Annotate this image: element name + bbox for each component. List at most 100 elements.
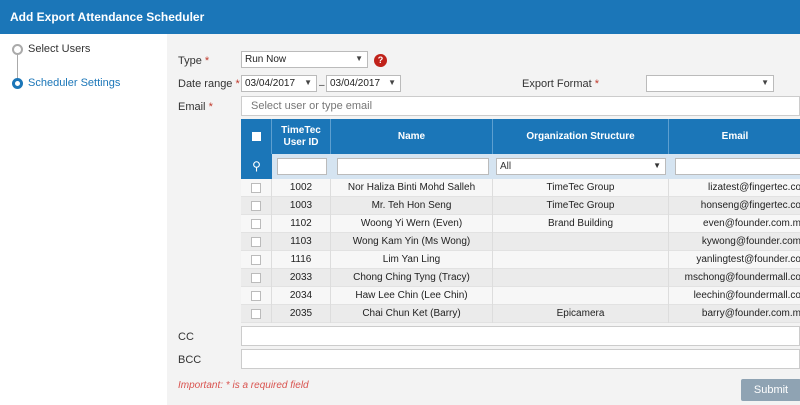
table-row[interactable]: 2034 Haw Lee Chin (Lee Chin) leechin@found… — [241, 287, 800, 305]
row-select-cell — [241, 305, 272, 323]
step-label: Select Users — [28, 43, 91, 55]
table-header: TimeTec User ID Name Organization Struct… — [241, 119, 800, 154]
export-format-select[interactable]: ▼ — [646, 75, 774, 92]
filter-email-input[interactable] — [675, 158, 800, 175]
cell-org: Epicamera — [493, 305, 669, 323]
cell-org — [493, 251, 669, 269]
row-select-cell — [241, 251, 272, 269]
row-checkbox[interactable] — [251, 237, 261, 247]
cell-name: Wong Kam Yin (Ms Wong) — [331, 233, 493, 251]
filter-row: ⚲ All ▼ — [241, 154, 800, 179]
row-checkbox[interactable] — [251, 291, 261, 301]
cell-id: 1102 — [272, 215, 331, 233]
chevron-down-icon: ▼ — [304, 78, 312, 87]
row-select-cell — [241, 287, 272, 305]
cell-email: honseng@fingertec.co — [700, 200, 800, 211]
cc-label: CC — [178, 331, 194, 343]
cell-org — [493, 287, 669, 305]
cell-id: 2034 — [272, 287, 331, 305]
cell-id: 1002 — [272, 179, 331, 197]
cell-name: Woong Yi Wern (Even) — [331, 215, 493, 233]
type-label: Type * — [178, 55, 210, 67]
bcc-input[interactable] — [241, 349, 800, 369]
cell-email: yanlingtest@founder.co — [696, 254, 800, 265]
step-scheduler-settings[interactable]: Scheduler Settings — [12, 77, 120, 89]
row-select-cell — [241, 179, 272, 197]
row-select-cell — [241, 215, 272, 233]
chevron-down-icon: ▼ — [355, 54, 363, 63]
type-select[interactable]: Run Now ▼ — [241, 51, 368, 68]
header-select-all-cell — [241, 119, 272, 154]
table-row[interactable]: 1116 Lim Yan Ling yanlingtest@founder.co — [241, 251, 800, 269]
row-select-cell — [241, 269, 272, 287]
filter-org-select[interactable]: All ▼ — [496, 158, 666, 175]
cell-email: mschong@foundermall.co — [684, 272, 800, 283]
bcc-label: BCC — [178, 354, 202, 366]
cc-input[interactable] — [241, 326, 800, 346]
cell-id: 1103 — [272, 233, 331, 251]
table-row[interactable]: 1003 Mr. Teh Hon Seng TimeTec Group honseng… — [241, 197, 800, 215]
cell-org — [493, 233, 669, 251]
cell-email: lizatest@fingertec.co — [708, 182, 800, 193]
date-range-label: Date range * — [178, 78, 240, 90]
cell-email: kywong@founder.com — [701, 236, 800, 247]
cell-name: Nor Haliza Binti Mohd Salleh — [331, 179, 493, 197]
chevron-down-icon: ▼ — [653, 161, 661, 170]
step-label: Scheduler Settings — [28, 77, 121, 89]
cell-name: Chong Ching Tyng (Tracy) — [331, 269, 493, 287]
header-email[interactable]: Email — [669, 119, 800, 154]
date-separator: – — [319, 80, 325, 91]
email-input[interactable]: Select user or type email — [241, 96, 800, 116]
filter-name-input[interactable] — [337, 158, 489, 175]
row-checkbox[interactable] — [251, 273, 261, 283]
step-radio-icon — [12, 43, 23, 55]
header-name[interactable]: Name — [331, 119, 493, 154]
row-select-cell — [241, 197, 272, 215]
email-label: Email * — [178, 101, 213, 113]
chevron-down-icon: ▼ — [388, 78, 396, 87]
step-select-users[interactable]: Select Users — [12, 43, 90, 55]
cell-id: 1116 — [272, 251, 331, 269]
cell-id: 2033 — [272, 269, 331, 287]
table-row[interactable]: 1102 Woong Yi Wern (Even) Brand Building ev… — [241, 215, 800, 233]
cell-org: Brand Building — [493, 215, 669, 233]
table-row[interactable]: 2033 Chong Ching Tyng (Tracy) mschong@foun… — [241, 269, 800, 287]
row-select-cell — [241, 233, 272, 251]
date-from-select[interactable]: 03/04/2017 ▼ — [241, 75, 317, 92]
cell-id: 2035 — [272, 305, 331, 323]
cell-org: TimeTec Group — [493, 179, 669, 197]
date-to-select[interactable]: 03/04/2017 ▼ — [326, 75, 401, 92]
table-row[interactable]: 2035 Chai Chun Ket (Barry) Epicamera barry@… — [241, 305, 800, 323]
row-checkbox[interactable] — [251, 309, 261, 319]
cell-name: Lim Yan Ling — [331, 251, 493, 269]
cell-id: 1003 — [272, 197, 331, 215]
settings-panel: Type * Run Now ▼ ? Date range * 03/04/201… — [167, 34, 800, 405]
dialog-title: Add Export Attendance Scheduler — [0, 0, 800, 34]
chevron-down-icon: ▼ — [761, 78, 769, 87]
cell-name: Chai Chun Ket (Barry) — [331, 305, 493, 323]
cell-email: barry@founder.com.m — [701, 308, 800, 319]
row-checkbox[interactable] — [251, 219, 261, 229]
required-note: Important: * is a required field — [178, 380, 309, 391]
search-icon[interactable]: ⚲ — [241, 154, 272, 179]
cell-name: Haw Lee Chin (Lee Chin) — [331, 287, 493, 305]
step-radio-active-icon — [12, 77, 23, 89]
cell-email: leechin@foundermall.co — [693, 290, 800, 301]
table-row[interactable]: 1002 Nor Haliza Binti Mohd Salleh TimeTec … — [241, 179, 800, 197]
submit-button[interactable]: Submit — [741, 379, 800, 401]
cell-org — [493, 269, 669, 287]
help-icon[interactable]: ? — [374, 54, 387, 67]
row-checkbox[interactable] — [251, 255, 261, 265]
header-user-id[interactable]: TimeTec User ID — [272, 119, 331, 154]
row-checkbox[interactable] — [251, 201, 261, 211]
filter-user-id-input[interactable] — [277, 158, 327, 175]
row-checkbox[interactable] — [251, 183, 261, 193]
table-row[interactable]: 1103 Wong Kam Yin (Ms Wong) kywong@founder… — [241, 233, 800, 251]
cell-email: even@founder.com.m — [703, 218, 800, 229]
step-connector — [17, 55, 18, 79]
select-all-checkbox[interactable] — [252, 132, 261, 141]
cell-name: Mr. Teh Hon Seng — [331, 197, 493, 215]
export-format-label: Export Format * — [522, 78, 600, 90]
wizard-steps: Select Users Scheduler Settings — [0, 34, 167, 405]
header-org[interactable]: Organization Structure — [493, 119, 669, 154]
